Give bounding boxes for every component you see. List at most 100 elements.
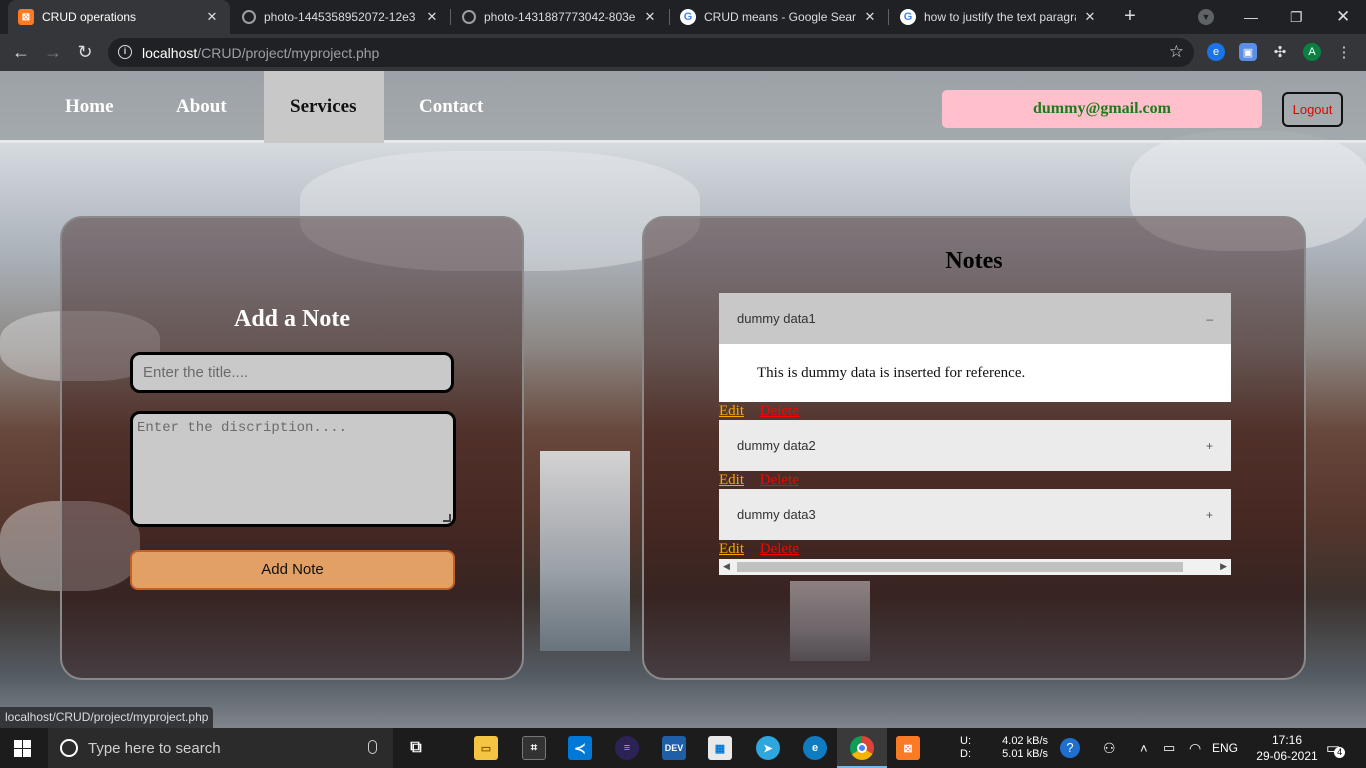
- nav-home[interactable]: Home: [39, 71, 140, 143]
- new-tab-button[interactable]: +: [1118, 5, 1142, 29]
- minimize-button[interactable]: —: [1244, 0, 1258, 34]
- restore-button[interactable]: ❐: [1290, 0, 1303, 34]
- restore-icon: ❐: [1290, 8, 1303, 25]
- tab-title: CRUD operations: [42, 10, 137, 24]
- back-button[interactable]: ←: [8, 40, 34, 66]
- edit-link[interactable]: Edit: [719, 541, 744, 557]
- add-note-panel: Add a Note Enter the title.... Enter the…: [60, 216, 524, 680]
- address-host: localhost: [142, 45, 198, 61]
- note-title-input[interactable]: Enter the title....: [130, 352, 454, 393]
- accordion-header[interactable]: dummy data1 –: [719, 293, 1231, 344]
- google-icon: G: [900, 9, 916, 25]
- notification-count: 4: [1334, 746, 1346, 758]
- taskbar-search-box[interactable]: Type here to search: [48, 728, 393, 768]
- browser-toolbar: ← → ↻ i localhost/CRUD/project/myproject…: [0, 34, 1366, 71]
- telegram-icon[interactable]: ➤: [756, 736, 780, 760]
- note-title: dummy data2: [737, 438, 816, 453]
- profile-initial: A: [1308, 46, 1316, 58]
- nav-about[interactable]: About: [150, 71, 253, 143]
- help-icon[interactable]: ?: [1060, 728, 1080, 768]
- delete-link[interactable]: Delete: [760, 403, 799, 419]
- scroll-right-icon[interactable]: ▶: [1220, 561, 1227, 572]
- browser-tab-bar: ⊠ CRUD operations ✕ photo-1445358952072-…: [0, 0, 1366, 34]
- reload-icon: ↻: [77, 42, 93, 62]
- description-placeholder: Enter the discription....: [137, 420, 348, 436]
- horizontal-scrollbar[interactable]: ◀ ▶: [719, 559, 1231, 575]
- notes-panel: Notes dummy data1 – This is dummy data i…: [642, 216, 1306, 680]
- accordion-header[interactable]: dummy data3 +: [719, 489, 1231, 540]
- eclipse-icon[interactable]: ≡: [615, 736, 639, 760]
- note-description-textarea[interactable]: Enter the discription....: [130, 411, 456, 527]
- profile-avatar[interactable]: A: [1303, 43, 1321, 61]
- delete-link[interactable]: Delete: [760, 541, 799, 557]
- site-navbar: Home About Services Contact dummy@gmail.…: [0, 71, 1366, 143]
- scrollbar-thumb[interactable]: [737, 562, 1183, 572]
- screen-capture-icon[interactable]: ▣: [1239, 43, 1257, 61]
- note-body: This is dummy data is inserted for refer…: [719, 344, 1231, 402]
- windows-start-icon[interactable]: [14, 740, 31, 757]
- tab-search-button[interactable]: ▼: [1198, 0, 1216, 34]
- microphone-icon[interactable]: [368, 740, 377, 754]
- puzzle-icon[interactable]: ✣: [1271, 43, 1289, 61]
- clock[interactable]: 17:16 29-06-2021: [1256, 728, 1318, 768]
- language-indicator[interactable]: ENG: [1212, 728, 1238, 768]
- note-actions: Edit Delete: [719, 472, 811, 490]
- close-icon[interactable]: ✕: [204, 9, 220, 25]
- add-note-button[interactable]: Add Note: [130, 550, 455, 590]
- edge-icon[interactable]: e: [803, 736, 827, 760]
- note-actions: Edit Delete: [719, 403, 811, 421]
- window-close-button[interactable]: ✕: [1336, 0, 1350, 34]
- store-icon[interactable]: ▦: [708, 736, 732, 760]
- taskbar-search-placeholder: Type here to search: [88, 740, 221, 757]
- terminal-icon[interactable]: ⌗: [522, 736, 546, 760]
- extension-blue-icon[interactable]: e: [1207, 43, 1225, 61]
- address-path: /CRUD/project/myproject.php: [197, 45, 380, 61]
- edit-link[interactable]: Edit: [719, 472, 744, 488]
- devc-icon[interactable]: DEV: [662, 736, 686, 760]
- tab-photo-1[interactable]: photo-1445358952072-12e3 ✕: [232, 0, 450, 34]
- download-label: D:: [960, 748, 971, 760]
- info-icon[interactable]: i: [118, 45, 132, 59]
- accordion-header[interactable]: dummy data2 +: [719, 420, 1231, 471]
- minimize-icon: —: [1244, 9, 1258, 25]
- nav-contact[interactable]: Contact: [393, 71, 509, 143]
- nav-services[interactable]: Services: [264, 71, 384, 143]
- notes-heading: Notes: [945, 248, 1003, 274]
- close-icon[interactable]: ✕: [862, 9, 878, 25]
- logout-button[interactable]: Logout: [1282, 92, 1343, 127]
- close-icon[interactable]: ✕: [424, 9, 440, 25]
- menu-kebab-icon[interactable]: ⋮: [1335, 43, 1353, 61]
- note-title: dummy data3: [737, 507, 816, 522]
- bookmark-star-icon[interactable]: ☆: [1169, 42, 1184, 62]
- address-url[interactable]: localhost/CRUD/project/myproject.php: [142, 45, 379, 61]
- scroll-left-icon[interactable]: ◀: [723, 561, 730, 572]
- battery-icon[interactable]: ▭: [1163, 728, 1175, 768]
- tab-crud-means[interactable]: G CRUD means - Google Search ✕: [670, 0, 888, 34]
- chrome-icon[interactable]: [850, 736, 874, 760]
- people-icon[interactable]: ⚇: [1103, 728, 1116, 768]
- vscode-icon[interactable]: ≺: [568, 736, 592, 760]
- notifications-icon[interactable]: ▭ 4: [1326, 728, 1346, 768]
- wifi-icon[interactable]: ◠: [1189, 728, 1201, 768]
- xampp-icon[interactable]: ⊠: [896, 736, 920, 760]
- tab-crud-operations[interactable]: ⊠ CRUD operations ✕: [8, 0, 230, 34]
- add-note-heading: Add a Note: [233, 306, 350, 332]
- status-bar-url: localhost/CRUD/project/myproject.php: [0, 707, 214, 728]
- reload-button[interactable]: ↻: [72, 40, 98, 66]
- forward-button[interactable]: →: [40, 40, 66, 66]
- address-bar[interactable]: i localhost/CRUD/project/myproject.php ☆: [108, 38, 1194, 67]
- task-view-icon[interactable]: ⧉: [404, 736, 428, 760]
- expand-icon: +: [1205, 438, 1213, 453]
- globe-icon: [242, 10, 256, 24]
- edit-link[interactable]: Edit: [719, 403, 744, 419]
- file-explorer-icon[interactable]: ▭: [474, 736, 498, 760]
- close-icon[interactable]: ✕: [1082, 9, 1098, 25]
- tab-justify-text[interactable]: G how to justify the text paragra ✕: [890, 0, 1108, 34]
- expand-icon: +: [1205, 507, 1213, 522]
- close-icon[interactable]: ✕: [642, 9, 658, 25]
- delete-link[interactable]: Delete: [760, 472, 799, 488]
- network-speed-labels: U: D:: [960, 728, 971, 768]
- resize-handle-icon[interactable]: [443, 514, 451, 522]
- chevron-up-icon[interactable]: ˄: [1140, 728, 1148, 768]
- tab-photo-2[interactable]: photo-1431887773042-803ec ✕: [452, 0, 668, 34]
